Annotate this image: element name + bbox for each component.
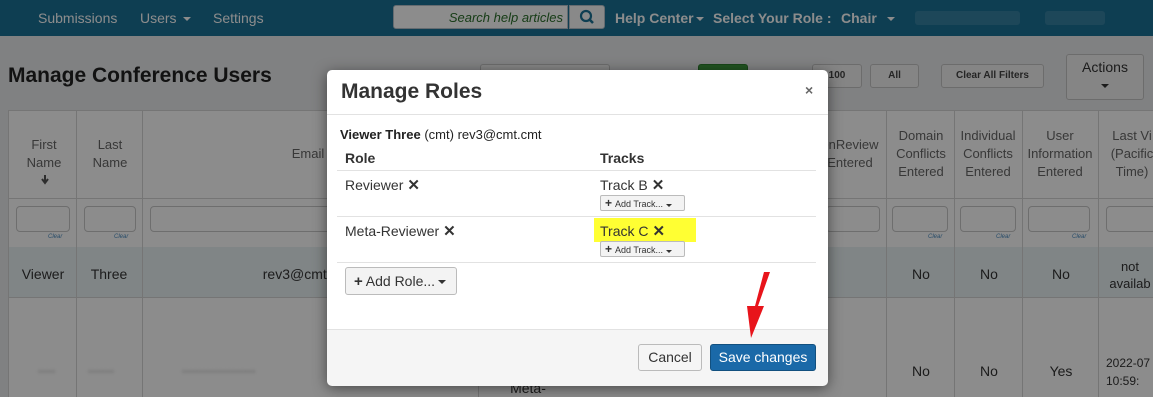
table-divider [337, 170, 816, 171]
track-name: Track C [600, 223, 649, 239]
add-track-button[interactable]: + Add Track... [600, 241, 685, 257]
manage-roles-modal: Manage Roles × Viewer Three (cmt) rev3@c… [327, 70, 828, 386]
plus-icon: + [605, 196, 613, 210]
plus-icon: + [354, 273, 363, 290]
tracks-column-header: Tracks [600, 150, 645, 166]
remove-role-icon[interactable]: ✕ [407, 177, 420, 194]
track-c: Track C ✕ [600, 222, 665, 240]
role-column-header: Role [345, 150, 376, 166]
add-role-button[interactable]: + Add Role... [345, 267, 457, 295]
role-meta-reviewer: Meta-Reviewer ✕ [345, 222, 456, 240]
table-divider [337, 262, 816, 263]
cancel-button[interactable]: Cancel [638, 344, 702, 371]
user-tag: (cmt) [424, 127, 454, 142]
modal-footer: Cancel Save changes [327, 329, 828, 386]
caret-down-icon [438, 280, 447, 285]
track-b: Track B ✕ [600, 176, 664, 194]
save-changes-button[interactable]: Save changes [710, 344, 816, 371]
modal-header-divider [327, 114, 828, 115]
table-divider [337, 216, 816, 217]
caret-down-icon [665, 250, 672, 253]
user-name: Viewer Three [340, 127, 421, 142]
role-reviewer: Reviewer ✕ [345, 176, 420, 194]
add-track-button[interactable]: + Add Track... [600, 195, 685, 211]
remove-role-icon[interactable]: ✕ [443, 223, 456, 240]
user-info: Viewer Three (cmt) rev3@cmt.cmt [340, 127, 542, 142]
add-role-label: Add Role... [365, 273, 436, 289]
remove-track-icon[interactable]: ✕ [652, 223, 665, 240]
track-name: Track B [600, 177, 648, 193]
remove-track-icon[interactable]: ✕ [652, 177, 665, 194]
close-icon[interactable]: × [805, 82, 813, 98]
add-track-label: Add Track... [615, 245, 664, 255]
caret-down-icon [665, 204, 672, 207]
add-track-label: Add Track... [615, 199, 664, 209]
role-name: Meta-Reviewer [345, 223, 440, 239]
role-name: Reviewer [345, 177, 404, 193]
plus-icon: + [605, 242, 613, 256]
user-email: rev3@cmt.cmt [457, 127, 542, 142]
modal-title: Manage Roles [341, 80, 483, 103]
